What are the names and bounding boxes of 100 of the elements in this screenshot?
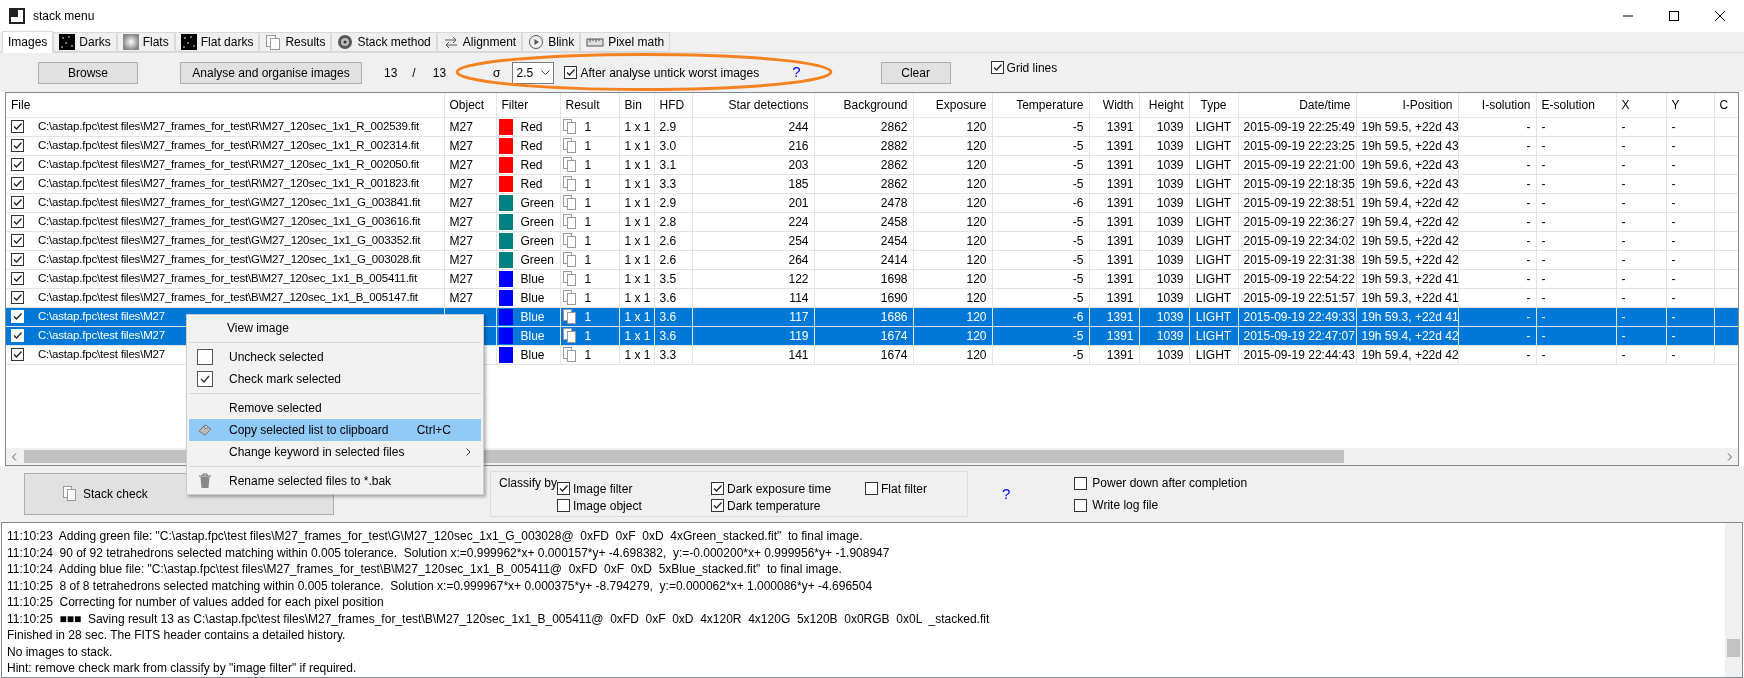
table-cell: 3.5	[659, 271, 677, 286]
column-header[interactable]: Exposure	[913, 93, 992, 117]
table-cell: 1674	[880, 347, 908, 362]
checkbox[interactable]	[11, 215, 24, 228]
tab[interactable]: Blink	[522, 32, 581, 52]
column-header[interactable]: Type	[1189, 93, 1238, 117]
table-row[interactable]: C:\astap.fpc\test files\M27_frames_for_test\R\M27_120sec_1x1_R_002539.fit M27 Red 1 1 x 1 2.9 244 2862 120 -5 1391 1039 LIGHT 2015-09-19 22:25:49 19h 59.5, +22d 43 - - - -	[6, 117, 1738, 136]
table-cell: -	[1621, 328, 1626, 343]
checkbox[interactable]	[11, 348, 24, 361]
table-cell: LIGHT	[1195, 328, 1232, 343]
column-header[interactable]: Star detections	[692, 93, 814, 117]
table-cell: 1039	[1156, 119, 1184, 134]
table-cell: -5	[1072, 290, 1084, 305]
menu-item[interactable]: Change keyword in selected files	[189, 441, 481, 463]
column-header[interactable]: I-solution	[1458, 93, 1536, 117]
checkbox[interactable]	[11, 120, 24, 133]
log-line: 11:10:25 8 of 8 tetrahedrons selected matching within 0.005 tolerance. Solution x:=0.999967*x+ 0.000375*y+ -8.794279, y:=0.000062*x+ 1.000086*y+ -4.696504	[7, 577, 874, 594]
table-cell: 2015-09-19 22:18:35	[1243, 176, 1355, 191]
sigma-dropdown[interactable]: 2.5	[512, 61, 555, 84]
checkbox[interactable]	[711, 482, 724, 495]
play-icon	[528, 34, 545, 50]
table-row[interactable]: C:\astap.fpc\test files\M27_frames_for_test\B\M27_120sec_1x1_B_005411.fit M27 Blue 1 1 x 1 3.5 122 1698 120 -5 1391 1039 LIGHT 2015-09-19 22:54:22 19h 59.3, +22d 41 - - - -	[6, 269, 1738, 288]
checkbox[interactable]	[1074, 476, 1088, 490]
checkbox[interactable]	[11, 234, 24, 247]
checkbox[interactable]	[557, 499, 570, 512]
column-header[interactable]: I-Position	[1356, 93, 1458, 117]
table-cell-text: C:\astap.fpc\test files\M27_frames_for_test\G\M27_120sec_1x1_G_003028.fit	[38, 251, 421, 267]
table-cell: 1039	[1156, 309, 1184, 324]
column-header[interactable]: Object	[444, 93, 496, 117]
pages-icon	[562, 232, 577, 249]
tab[interactable]: Pixel math	[580, 32, 671, 52]
column-header[interactable]: Result	[560, 93, 619, 117]
tab[interactable]: Images	[2, 31, 54, 53]
table-cell: 19h 59.4, +22d 42	[1361, 195, 1459, 210]
column-header[interactable]: Temperature	[992, 93, 1089, 117]
table-row[interactable]: C:\astap.fpc\test files\M27_frames_for_test\R\M27_120sec_1x1_R_002050.fit M27 Red 1 1 x 1 3.1 203 2862 120 -5 1391 1039 LIGHT 2015-09-19 22:21:00 19h 59.6, +22d 43 - - - -	[6, 155, 1738, 174]
help-link[interactable]: ?	[1002, 482, 1011, 506]
checkbox[interactable]	[1074, 498, 1088, 512]
clear-button[interactable]: Clear	[880, 61, 951, 84]
table-cell: 2862	[880, 119, 908, 134]
checkbox[interactable]	[11, 291, 24, 304]
checkbox[interactable]	[11, 158, 24, 171]
checkbox[interactable]	[11, 253, 24, 266]
checkbox[interactable]	[11, 272, 24, 285]
tab[interactable]: Alignment	[436, 32, 523, 52]
table-row[interactable]: C:\astap.fpc\test files\M27_frames_for_test\G\M27_120sec_1x1_G_003028.fit M27 Green 1 1 x 1 2.6 264 2414 120 -5 1391 1039 LIGHT 2015-09-19 22:31:38 19h 59.5, +22d 42 - - - -	[6, 250, 1738, 269]
table-row[interactable]: C:\astap.fpc\test files\M27_frames_for_test\B\M27_120sec_1x1_B_005147.fit M27 Blue 1 1 x 1 3.6 114 1690 120 -5 1391 1039 LIGHT 2015-09-19 22:51:57 19h 59.3, +22d 41 - - - -	[6, 288, 1738, 307]
table-row[interactable]: C:\astap.fpc\test files\M27_frames_for_test\G\M27_120sec_1x1_G_003352.fit M27 Green 1 1 x 1 2.6 254 2454 120 -5 1391 1039 LIGHT 2015-09-19 22:34:02 19h 59.5, +22d 42 - - - -	[6, 231, 1738, 250]
checkbox[interactable]	[990, 61, 1004, 74]
checkbox[interactable]	[11, 139, 24, 152]
table-cell: 2478	[880, 195, 908, 210]
log-line: No images to stack.	[7, 643, 114, 660]
column-header[interactable]: Bin	[619, 93, 654, 117]
tab[interactable]: Stack method	[331, 32, 437, 52]
tab[interactable]: Darks	[53, 32, 117, 52]
column-header[interactable]: Background	[814, 93, 913, 117]
checkbox[interactable]	[865, 482, 878, 495]
column-header[interactable]: Y	[1666, 93, 1714, 117]
checkbox[interactable]	[11, 177, 24, 190]
log-line: 11:10:25 Correcting for number of values added for each pixel position	[7, 594, 385, 611]
checkbox[interactable]	[711, 499, 724, 512]
checkbox[interactable]	[564, 66, 578, 79]
column-header[interactable]: C	[1714, 93, 1738, 117]
menu-item[interactable]: Check mark selected	[189, 368, 481, 390]
column-header[interactable]: E-solution	[1536, 93, 1616, 117]
table-cell: 1039	[1156, 271, 1184, 286]
tab[interactable]: Flats	[116, 32, 175, 52]
column-header[interactable]: Filter	[496, 93, 560, 117]
column-header[interactable]: Date/time	[1238, 93, 1356, 117]
table-row[interactable]: C:\astap.fpc\test files\M27_frames_for_test\G\M27_120sec_1x1_G_003616.fit M27 Green 1 1 x 1 2.8 224 2458 120 -5 1391 1039 LIGHT 2015-09-19 22:36:27 19h 59.4, +22d 42 - - - -	[6, 212, 1738, 231]
table-cell: -	[1526, 233, 1531, 248]
tab[interactable]: Results	[259, 32, 332, 52]
browse-button[interactable]: Browse	[38, 61, 138, 84]
column-header[interactable]: File	[6, 93, 444, 117]
column-header[interactable]: Width	[1089, 93, 1139, 117]
analyse-button[interactable]: Analyse and organise images	[180, 61, 362, 84]
pages-icon	[562, 194, 577, 211]
close-icon[interactable]	[1714, 10, 1726, 22]
table-cell: -	[1621, 157, 1626, 172]
column-header[interactable]: X	[1616, 93, 1666, 117]
maximize-icon[interactable]	[1668, 10, 1680, 22]
table-row[interactable]: C:\astap.fpc\test files\M27_frames_for_test\G\M27_120sec_1x1_G_003841.fit M27 Green 1 1 x 1 2.9 201 2478 120 -6 1391 1039 LIGHT 2015-09-19 22:38:51 19h 59.4, +22d 42 - - - -	[6, 193, 1738, 212]
vertical-scrollbar[interactable]	[1725, 523, 1742, 677]
checkbox[interactable]	[11, 196, 24, 209]
menu-item[interactable]: Copy selected list to clipboard Ctrl+C	[189, 419, 481, 441]
table-cell: -5	[1072, 347, 1084, 362]
table-cell: -	[1526, 347, 1531, 362]
checkbox[interactable]	[557, 482, 570, 495]
table-row[interactable]: C:\astap.fpc\test files\M27_frames_for_test\R\M27_120sec_1x1_R_002314.fit M27 Red 1 1 x 1 3.0 216 2882 120 -5 1391 1039 LIGHT 2015-09-19 22:23:25 19h 59.5, +22d 43 - - - -	[6, 136, 1738, 155]
menu-item[interactable]: Remove selected	[189, 397, 481, 419]
checkmark-icon	[12, 254, 23, 265]
column-header[interactable]: HFD	[654, 93, 692, 117]
tab[interactable]: Flat darks	[174, 32, 260, 52]
table-cell: -	[1671, 138, 1676, 153]
table-row[interactable]: C:\astap.fpc\test files\M27_frames_for_test\R\M27_120sec_1x1_R_001823.fit M27 Red 1 1 x 1 3.3 185 2862 120 -5 1391 1039 LIGHT 2015-09-19 22:18:35 19h 59.6, +22d 43 - - - -	[6, 174, 1738, 193]
table-cell-text: C:\astap.fpc\test files\M27_frames_for_test\B\M27_120sec_1x1_B_005147.fit	[38, 289, 418, 305]
column-header[interactable]: Height	[1139, 93, 1189, 117]
checkbox-label: Grid lines	[1006, 59, 1058, 77]
table-cell: 1 x 1	[624, 214, 651, 229]
help-link[interactable]: ?	[792, 61, 801, 84]
